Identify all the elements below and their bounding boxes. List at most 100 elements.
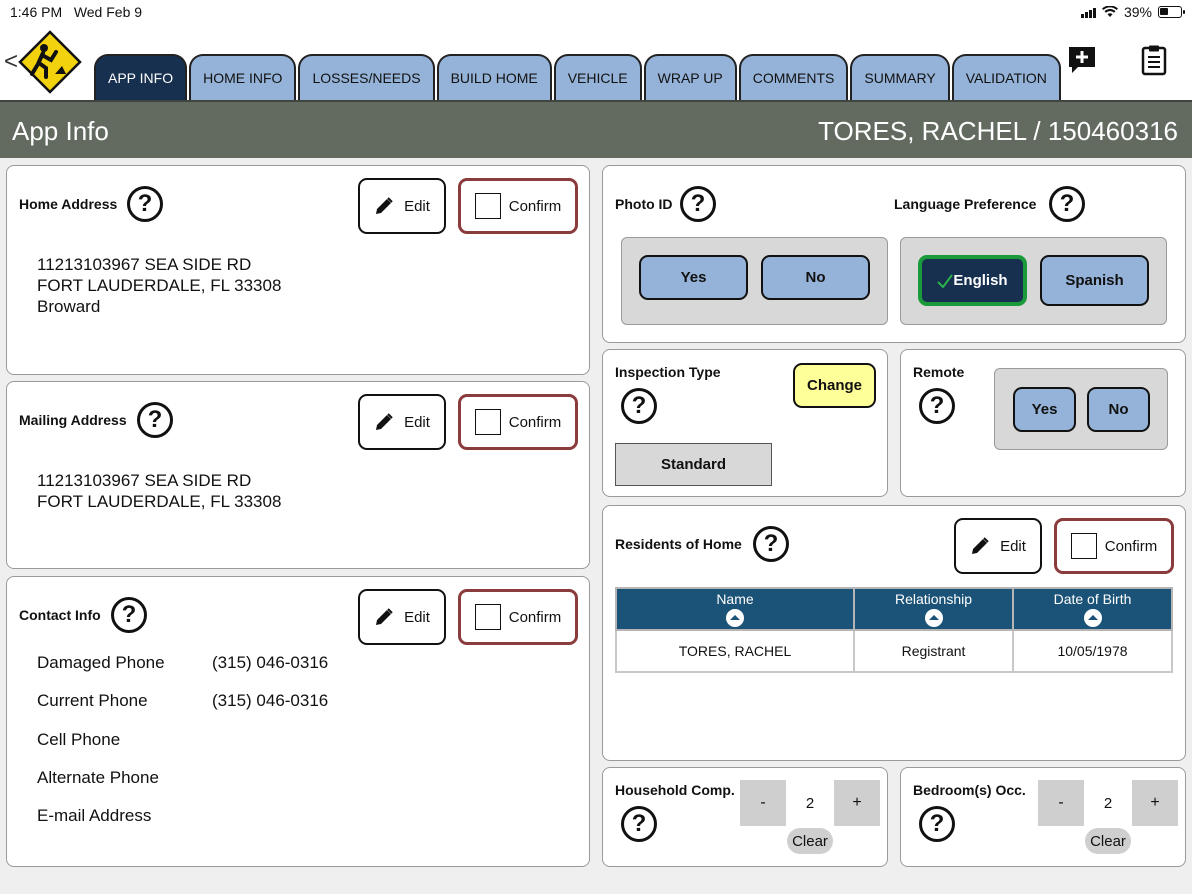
tab-summary[interactable]: SUMMARY [850,54,950,100]
home-address-edit-button[interactable]: Edit [358,178,446,234]
confirm-checkbox[interactable] [1070,533,1097,559]
household-increment-button[interactable]: + [834,780,880,826]
confirm-checkbox[interactable] [474,604,501,630]
add-comment-icon[interactable] [1066,44,1098,76]
home-address-confirm-button[interactable]: Confirm [458,178,578,234]
tab-validation[interactable]: VALIDATION [951,54,1061,100]
inspection-help-icon[interactable]: ? [621,388,657,424]
household-comp-panel: Household Comp. ? - 2 + Clear [602,767,888,867]
tab-home-info[interactable]: HOME INFO [189,54,297,100]
back-chevron-icon[interactable]: < [4,50,18,74]
mailing-address-confirm-button[interactable]: Confirm [458,394,578,450]
mailing-address-line2: FORT LAUDERDALE, FL 33308 [37,492,282,511]
bedrooms-clear-button[interactable]: Clear [1085,828,1131,854]
resident-dob: 10/05/1978 [1012,629,1173,673]
tab-app-info[interactable]: APP INFO [94,54,188,100]
mailing-address-help-icon[interactable]: ? [137,402,173,438]
table-row[interactable]: TORES, RACHEL Registrant 10/05/1978 [615,629,1173,673]
bedrooms-value: 2 [1103,794,1113,812]
edit-label: Edit [404,197,430,215]
construction-logo-icon [18,30,82,94]
home-address-county: Broward [37,297,101,316]
photo-id-label: Photo ID [615,196,673,212]
mailing-address-line1: 11213103967 SEA SIDE RD [37,471,252,490]
tab-wrap-up[interactable]: WRAP UP [643,54,737,100]
status-bar: 1:46 PM Wed Feb 9 39% [0,0,1192,24]
confirm-checkbox[interactable] [474,409,501,435]
edit-label: Edit [404,413,430,431]
battery-icon [1158,6,1185,18]
sort-up-icon[interactable] [1083,609,1102,627]
pencil-icon [376,413,393,430]
household-help-icon[interactable]: ? [621,806,657,842]
inspection-type-panel: Inspection Type ? Change Standard [602,349,888,497]
remote-yes-button[interactable]: Yes [1013,387,1076,432]
column-date-of-birth[interactable]: Date of Birth [1012,587,1173,631]
language-spanish-button[interactable]: Spanish [1040,255,1149,306]
column-relationship[interactable]: Relationship [853,587,1014,631]
home-address-help-icon[interactable]: ? [127,186,163,222]
confirm-label: Confirm [1104,537,1158,555]
page-title: App Info [12,116,109,146]
cellular-signal-icon [1080,7,1096,18]
tab-losses-needs[interactable]: LOSSES/NEEDS [298,54,435,100]
status-time: 1:46 PM Wed Feb 9 [10,4,143,20]
photo-id-help-icon[interactable]: ? [680,186,716,222]
email-address-label: E-mail Address [37,806,152,825]
household-decrement-button[interactable]: - [740,780,786,826]
contact-info-help-icon[interactable]: ? [111,597,147,633]
clipboard-icon[interactable] [1138,44,1170,76]
mailing-address-edit-button[interactable]: Edit [358,394,446,450]
bedrooms-occ-panel: Bedroom(s) Occ. ? - 2 + Clear [900,767,1186,867]
edit-label: Edit [404,608,430,626]
top-navigation: < APP INFO HOME INFO LOSSES/NEEDS BUILD … [0,24,1192,100]
mailing-address-label: Mailing Address [19,412,127,428]
column-name[interactable]: Name [615,587,855,631]
alternate-phone-label: Alternate Phone [37,768,159,787]
resident-relationship: Registrant [853,629,1014,673]
photo-id-yes-button[interactable]: Yes [639,255,748,300]
inspection-change-button[interactable]: Change [793,363,876,408]
language-help-icon[interactable]: ? [1049,186,1085,222]
photo-id-no-button[interactable]: No [761,255,870,300]
language-english-button[interactable]: English [918,255,1027,306]
remote-no-button[interactable]: No [1087,387,1150,432]
remote-help-icon[interactable]: ? [919,388,955,424]
confirm-checkbox[interactable] [474,193,501,219]
edit-label: Edit [1000,537,1026,555]
contact-info-edit-button[interactable]: Edit [358,589,446,645]
page-header: App Info TORES, RACHEL / 150460316 [0,100,1192,158]
tab-build-home[interactable]: BUILD HOME [436,54,552,100]
language-options: English Spanish [900,237,1167,325]
inspection-type-value: Standard [615,443,772,486]
battery-percent: 39% [1123,4,1152,20]
remote-label: Remote [913,364,965,380]
residents-edit-button[interactable]: Edit [954,518,1042,574]
top-actions [1066,44,1170,76]
sort-up-icon[interactable] [726,609,744,627]
contact-info-confirm-button[interactable]: Confirm [458,589,578,645]
household-clear-button[interactable]: Clear [787,828,833,854]
contact-info-label: Contact Info [19,607,101,623]
sort-up-icon[interactable] [924,609,943,627]
confirm-label: Confirm [508,413,562,431]
household-comp-label: Household Comp. [615,782,735,798]
residents-help-icon[interactable]: ? [753,526,789,562]
bedrooms-decrement-button[interactable]: - [1038,780,1084,826]
home-address-panel: Home Address ? Edit Confirm 11213103967 … [6,165,590,375]
residents-confirm-button[interactable]: Confirm [1054,518,1174,574]
bedrooms-occ-label: Bedroom(s) Occ. [913,782,1026,798]
remote-panel: Remote ? Yes No [900,349,1186,497]
damaged-phone-value: (315) 046-0316 [212,653,329,672]
bedrooms-help-icon[interactable]: ? [919,806,955,842]
current-phone-label: Current Phone [37,691,148,710]
home-address-line1: 11213103967 SEA SIDE RD [37,255,252,274]
english-label: English [953,272,1008,289]
contact-info-panel: Contact Info ? Edit Confirm Damaged Phon… [6,576,590,867]
pencil-icon [972,537,989,554]
tab-comments[interactable]: COMMENTS [738,54,849,100]
photo-id-language-panel: Photo ID ? Language Preference ? Yes No … [602,165,1186,343]
bedrooms-increment-button[interactable]: + [1132,780,1178,826]
tab-vehicle[interactable]: VEHICLE [553,54,642,100]
checkmark-icon [937,273,954,288]
